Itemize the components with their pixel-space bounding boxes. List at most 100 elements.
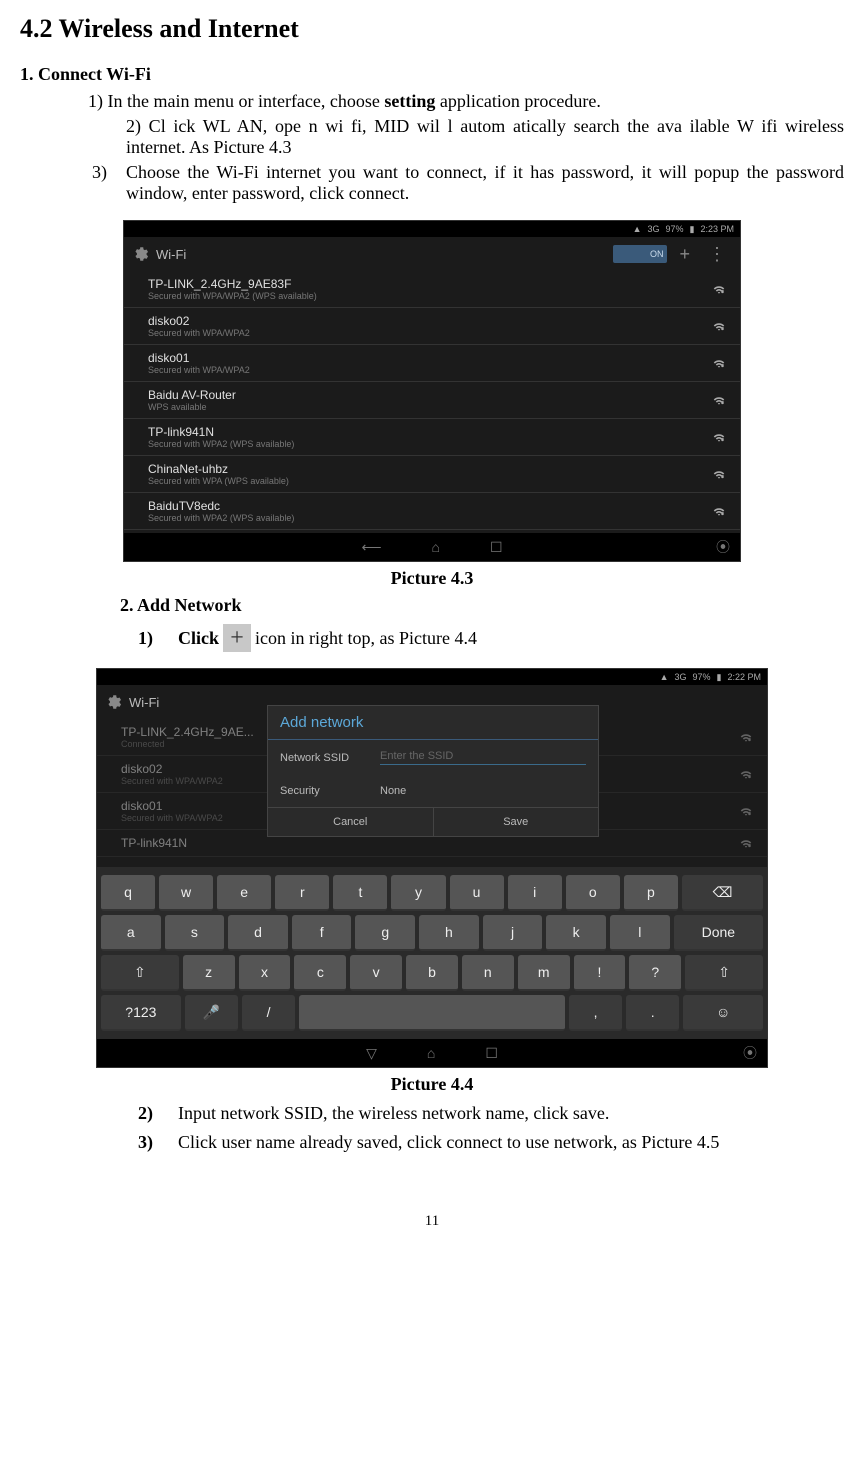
network-item[interactable]: BaiduTV8edcSecured with WPA2 (WPS availa… [124, 493, 740, 530]
ssid-input[interactable]: Enter the SSID [380, 750, 586, 765]
menu-icon[interactable]: ⋮ [702, 244, 732, 265]
done-key[interactable]: Done [674, 915, 763, 951]
key-c[interactable]: c [294, 955, 346, 991]
key-a[interactable]: a [101, 915, 161, 951]
key-f[interactable]: f [292, 915, 352, 951]
wifi-signal-icon [712, 393, 726, 407]
screenshot-icon[interactable]: ⦿ [716, 537, 730, 557]
network-item[interactable]: Baidu AV-RouterWPS available [124, 382, 740, 419]
security-dropdown[interactable]: None [380, 785, 406, 797]
key-s[interactable]: s [165, 915, 225, 951]
key-y[interactable]: y [391, 875, 445, 911]
status-time: 2:22 PM [727, 672, 761, 682]
key-w[interactable]: w [159, 875, 213, 911]
emoji-key[interactable]: ☺ [683, 995, 763, 1031]
wifi-signal-icon [712, 356, 726, 370]
mic-key[interactable]: 🎤 [185, 995, 238, 1031]
gear-icon [105, 693, 123, 711]
keyboard-hide-icon[interactable]: ▽ [366, 1045, 377, 1062]
network-item[interactable]: disko02Secured with WPA/WPA2 [124, 308, 740, 345]
page-number: 11 [20, 1213, 844, 1230]
add-network-heading: 2. Add Network [120, 595, 844, 616]
wifi-toggle[interactable]: ON [613, 245, 667, 263]
step1-post: application procedure. [435, 91, 600, 111]
recent-icon[interactable]: ☐ [485, 1045, 498, 1062]
backspace-key[interactable]: ⌫ [682, 875, 763, 911]
battery-pct: 97% [693, 672, 711, 682]
home-icon[interactable]: ⌂ [432, 539, 440, 555]
network-list: TP-LINK_2.4GHz_9AE83FSecured with WPA/WP… [124, 271, 740, 530]
cancel-button[interactable]: Cancel [268, 808, 434, 836]
signal-label: 3G [674, 672, 686, 682]
period-key[interactable]: . [626, 995, 679, 1031]
caption-4-4: Picture 4.4 [20, 1074, 844, 1095]
wifi-signal-icon [712, 430, 726, 444]
comma-key[interactable]: , [569, 995, 622, 1031]
shift-key-right[interactable]: ⇧ [685, 955, 763, 991]
key-p[interactable]: p [624, 875, 678, 911]
battery-pct: 97% [666, 224, 684, 234]
key-g[interactable]: g [355, 915, 415, 951]
ssid-label: Network SSID [280, 752, 380, 764]
recent-icon[interactable]: ☐ [490, 539, 503, 556]
key-l[interactable]: l [610, 915, 670, 951]
status-bar: ▲ 3G 97% ▮ 2:23 PM [124, 221, 740, 237]
add1-click: Click [178, 628, 219, 649]
key-v[interactable]: v [350, 955, 402, 991]
key-q[interactable]: q [101, 875, 155, 911]
connect-wifi-heading: 1. Connect Wi-Fi [20, 64, 844, 85]
nav-bar: ▽ ⌂ ☐ ⦿ [97, 1039, 767, 1067]
add-network-dialog: Add network Network SSID Enter the SSID … [267, 705, 599, 837]
step1-bold: setting [384, 91, 435, 111]
add-step-2: 2) Input network SSID, the wireless netw… [138, 1103, 844, 1124]
key-k[interactable]: k [546, 915, 606, 951]
gear-icon [132, 245, 150, 263]
status-time: 2:23 PM [700, 224, 734, 234]
screenshot-icon[interactable]: ⦿ [743, 1043, 757, 1063]
key-e[interactable]: e [217, 875, 271, 911]
key-![interactable]: ! [574, 955, 626, 991]
slash-key[interactable]: / [242, 995, 295, 1031]
key-m[interactable]: m [518, 955, 570, 991]
wifi-signal-icon [712, 319, 726, 333]
save-button[interactable]: Save [434, 808, 599, 836]
space-key[interactable] [299, 995, 565, 1031]
status-bar: ▲ 3G 97% ▮ 2:22 PM [97, 669, 767, 685]
add2-text: Input network SSID, the wireless network… [178, 1103, 609, 1124]
add-step-1: 1) Click + icon in right top, as Picture… [138, 624, 844, 652]
home-icon[interactable]: ⌂ [427, 1045, 435, 1061]
signal-icon: ▲ [660, 672, 669, 682]
add3-text: Click user name already saved, click con… [178, 1132, 719, 1153]
key-i[interactable]: i [508, 875, 562, 911]
network-item[interactable]: disko01Secured with WPA/WPA2 [124, 345, 740, 382]
key-h[interactable]: h [419, 915, 479, 951]
key-?[interactable]: ? [629, 955, 681, 991]
back-icon[interactable]: ⟵ [361, 539, 381, 556]
shift-key[interactable]: ⇧ [101, 955, 179, 991]
key-d[interactable]: d [228, 915, 288, 951]
add3-num: 3) [138, 1132, 178, 1153]
key-b[interactable]: b [406, 955, 458, 991]
key-j[interactable]: j [483, 915, 543, 951]
network-item[interactable]: TP-LINK_2.4GHz_9AE83FSecured with WPA/WP… [124, 271, 740, 308]
key-x[interactable]: x [239, 955, 291, 991]
key-o[interactable]: o [566, 875, 620, 911]
key-z[interactable]: z [183, 955, 235, 991]
screenshot-wifi-list: ▲ 3G 97% ▮ 2:23 PM Wi-Fi ON + ⋮ TP-LINK_… [123, 220, 741, 562]
battery-icon: ▮ [690, 224, 695, 235]
sym-key[interactable]: ?123 [101, 995, 181, 1031]
key-n[interactable]: n [462, 955, 514, 991]
wifi-signal-icon [712, 504, 726, 518]
key-r[interactable]: r [275, 875, 329, 911]
security-label: Security [280, 785, 380, 797]
key-t[interactable]: t [333, 875, 387, 911]
screenshot-add-network: ▲ 3G 97% ▮ 2:22 PM Wi-Fi TP-LINK_2.4GHz_… [96, 668, 768, 1068]
network-item[interactable]: ChinaNet-uhbzSecured with WPA (WPS avail… [124, 456, 740, 493]
wifi-signal-icon [712, 282, 726, 296]
network-item[interactable]: TP-link941NSecured with WPA2 (WPS availa… [124, 419, 740, 456]
wifi-signal-icon [739, 730, 753, 744]
key-u[interactable]: u [450, 875, 504, 911]
signal-icon: ▲ [633, 224, 642, 234]
dialog-title: Add network [268, 706, 598, 740]
add-network-icon[interactable]: + [673, 244, 696, 265]
